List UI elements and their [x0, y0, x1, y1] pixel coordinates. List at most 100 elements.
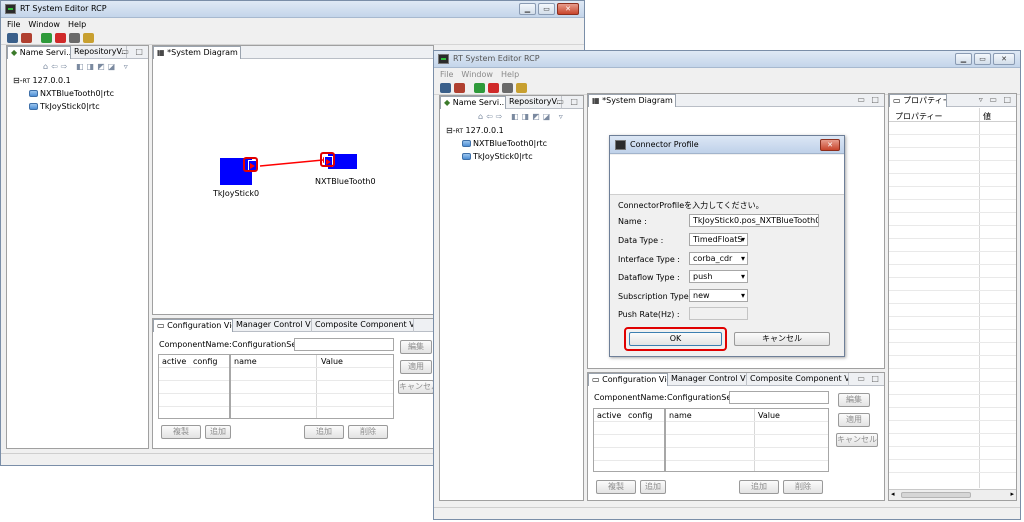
data-type-label: Data Type :	[618, 236, 664, 245]
name-field[interactable]: TkJoyStick0.pos_NXTBlueTooth0.vel	[689, 214, 819, 227]
maximize-button[interactable]: ▭	[974, 53, 991, 65]
app-icon	[5, 4, 16, 14]
tree-item-tkjoystick[interactable]: TkJoyStick0|rtc	[462, 152, 533, 161]
dialog-close-button[interactable]: ✕	[820, 139, 840, 151]
tab-system-diagram[interactable]: ▦ *System Diagram ⊠	[588, 94, 676, 107]
view-icon: ▭	[157, 321, 165, 330]
maximize-button[interactable]: ▭	[538, 3, 555, 15]
close-button[interactable]: ✕	[557, 3, 579, 15]
back-window-titlebar[interactable]: RT System Editor RCP ▁ ▭ ✕	[1, 1, 584, 18]
menu-help[interactable]: Help	[501, 69, 519, 81]
minimize-button[interactable]: ▁	[955, 53, 972, 65]
menu-help[interactable]: Help	[68, 19, 86, 31]
config-param-table[interactable]: name Value	[230, 354, 394, 419]
cancel-button[interactable]: キャンセル	[398, 380, 433, 394]
delete-param-button[interactable]: 削除	[783, 480, 823, 494]
pane-minmax-icon[interactable]: ▿ ▭ □	[979, 95, 1013, 104]
tab-manager-control-view[interactable]: Manager Control View	[233, 319, 312, 332]
ok-button[interactable]: OK	[629, 332, 722, 346]
interface-type-select[interactable]: corba_cdr	[689, 252, 748, 265]
gear-icon[interactable]	[502, 82, 513, 93]
back-system-diagram-pane[interactable]: ▦ *System Diagram ⊠ TkJoyStick0 NXTBlueT…	[152, 45, 434, 315]
config-set-table[interactable]: active config	[593, 408, 665, 472]
reset-icon[interactable]	[516, 82, 527, 93]
cancel-button[interactable]: キャンセル	[836, 433, 878, 447]
close-button[interactable]: ✕	[993, 53, 1015, 65]
connect-icon[interactable]	[440, 82, 451, 93]
scroll-right-icon[interactable]: ▸	[1010, 490, 1014, 498]
back-name-service-pane: ◆ Name Servi... RepositoryV... ▭ □ ⌂⇦⇨ ◧…	[6, 45, 149, 449]
offline-icon[interactable]	[21, 32, 32, 43]
tab-repository[interactable]: RepositoryV...	[71, 46, 127, 59]
config-param-table[interactable]: name Value	[665, 408, 829, 472]
add-param-button[interactable]: 追加	[304, 425, 344, 439]
tab-composite-component-view[interactable]: Composite Component View	[747, 373, 849, 386]
edit-button[interactable]: 編集	[838, 393, 870, 407]
tab-close-icon[interactable]: ⊠	[675, 96, 676, 105]
add-param-button[interactable]: 追加	[739, 480, 779, 494]
activate-icon[interactable]	[41, 32, 52, 43]
data-type-select[interactable]: TimedFloatS	[689, 233, 748, 246]
menu-window[interactable]: Window	[461, 69, 493, 81]
app-icon	[438, 54, 449, 64]
edit-button[interactable]: 編集	[400, 340, 432, 354]
front-window-titlebar[interactable]: RT System Editor RCP ▁ ▭ ✕	[434, 51, 1020, 68]
tab-property[interactable]: ▭ プロパティー	[889, 94, 947, 107]
copy-button[interactable]: 複製	[161, 425, 201, 439]
pane-minmax-icon[interactable]: ▭ □	[857, 374, 881, 383]
configuration-set-field[interactable]	[729, 391, 829, 404]
config-set-table[interactable]: active config	[158, 354, 230, 419]
rtc-icon	[462, 153, 471, 160]
tab-repository[interactable]: RepositoryV...	[506, 96, 562, 109]
gear-icon[interactable]	[69, 32, 80, 43]
deactivate-icon[interactable]	[488, 82, 499, 93]
menu-file[interactable]: File	[7, 19, 20, 31]
subscription-type-label: Subscription Type :	[618, 292, 694, 301]
tree-item-nxtbluetooth[interactable]: NXTBlueTooth0|rtc	[462, 139, 547, 148]
property-table[interactable]: プロパティー 値	[889, 108, 1016, 488]
menu-file[interactable]: File	[440, 69, 453, 81]
push-rate-field[interactable]	[689, 307, 748, 320]
subscription-type-select[interactable]: new	[689, 289, 748, 302]
tab-name-service[interactable]: ◆ Name Servi...	[440, 96, 506, 109]
dialog-titlebar[interactable]: Connector Profile ✕	[610, 136, 844, 154]
dialog-cancel-button[interactable]: キャンセル	[734, 332, 830, 346]
apply-button[interactable]: 適用	[400, 360, 432, 374]
dataflow-type-select[interactable]: push	[689, 270, 748, 283]
outport-highlight	[243, 157, 258, 172]
pane-minmax-icon[interactable]: ▭ □	[121, 47, 145, 56]
offline-icon[interactable]	[454, 82, 465, 93]
connect-icon[interactable]	[7, 32, 18, 43]
back-window-title: RT System Editor RCP	[20, 4, 107, 13]
add-set-button[interactable]: 追加	[205, 425, 231, 439]
connector-line[interactable]	[153, 46, 434, 315]
apply-button[interactable]: 適用	[838, 413, 870, 427]
menu-window[interactable]: Window	[28, 19, 60, 31]
front-name-service-pane: ◆ Name Servi... RepositoryV... ▭ □ ⌂⇦⇨ ◧…	[439, 95, 584, 501]
pane-minmax-icon[interactable]: ▭ □	[556, 97, 580, 106]
reset-icon[interactable]	[83, 32, 94, 43]
tree-item-nxtbluetooth[interactable]: NXTBlueTooth0|rtc	[29, 89, 114, 98]
dialog-instruction: ConnectorProfileを入力してください。	[618, 201, 764, 210]
tree-item-tkjoystick[interactable]: TkJoyStick0|rtc	[29, 102, 100, 111]
delete-param-button[interactable]: 削除	[348, 425, 388, 439]
tree-root[interactable]: ⊟-RT 127.0.0.1	[446, 126, 504, 135]
tab-name-service[interactable]: ◆ Name Servi...	[7, 46, 71, 59]
deactivate-icon[interactable]	[55, 32, 66, 43]
tree-root[interactable]: ⊟-RT 127.0.0.1	[13, 76, 71, 85]
configuration-set-field[interactable]	[294, 338, 394, 351]
add-set-button[interactable]: 追加	[640, 480, 666, 494]
copy-button[interactable]: 複製	[596, 480, 636, 494]
minimize-button[interactable]: ▁	[519, 3, 536, 15]
pane-minmax-icon[interactable]: ▭ □	[857, 95, 881, 104]
activate-icon[interactable]	[474, 82, 485, 93]
tab-configuration-view[interactable]: ▭ Configuration View	[588, 373, 668, 386]
rtc-icon	[29, 103, 38, 110]
tab-configuration-view[interactable]: ▭ Configuration View	[153, 319, 233, 332]
dialog-banner	[610, 155, 844, 195]
tab-manager-control-view[interactable]: Manager Control View	[668, 373, 747, 386]
scroll-thumb[interactable]	[901, 492, 971, 498]
horizontal-scrollbar[interactable]: ◂ ▸	[889, 489, 1016, 500]
tab-composite-component-view[interactable]: Composite Component View	[312, 319, 414, 332]
scroll-left-icon[interactable]: ◂	[891, 490, 895, 498]
